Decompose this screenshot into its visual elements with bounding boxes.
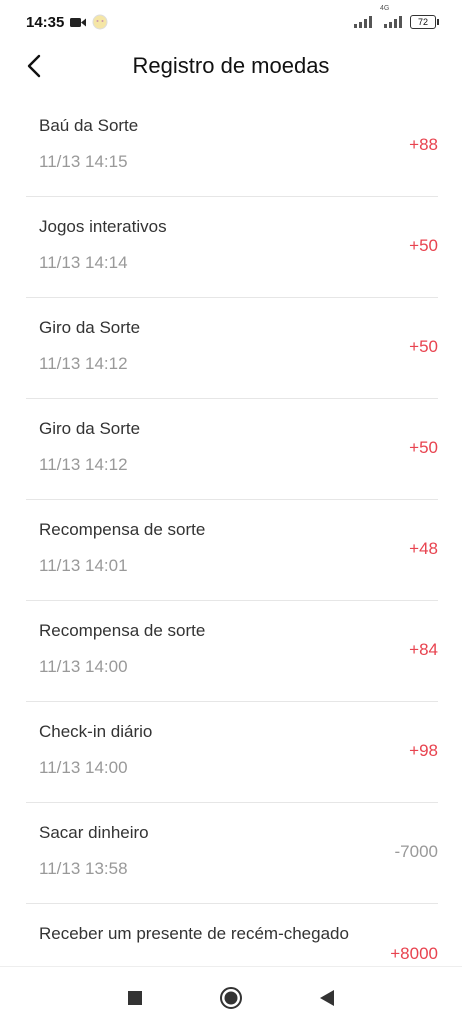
video-camera-icon: [70, 17, 87, 27]
record-time: 11/13 14:00: [39, 758, 128, 777]
record-time: 11/13 14:14: [39, 253, 128, 272]
record-time: 11/13 14:12: [39, 455, 128, 474]
signal-icon: [354, 16, 372, 28]
battery-icon: 72: [410, 15, 439, 29]
status-right: 4G 72: [354, 5, 439, 29]
notification-face-icon: [92, 14, 108, 30]
record-time: 11/13 14:15: [39, 152, 128, 171]
list-item: Giro da Sorte 11/13 14:12 +50: [26, 399, 438, 500]
signal-4g: 4G: [380, 5, 402, 28]
circle-icon: [220, 987, 242, 1009]
record-amount: +88: [409, 135, 438, 154]
list-item: Check-in diário 11/13 14:00 +98: [26, 702, 438, 803]
home-button[interactable]: [219, 986, 243, 1010]
recent-apps-button[interactable]: [123, 986, 147, 1010]
signal-4g-icon: [384, 16, 402, 28]
battery-level: 72: [417, 17, 428, 27]
record-time: 11/13 14:00: [39, 657, 128, 676]
network-type: 4G: [380, 5, 390, 12]
record-amount: +98: [409, 741, 438, 760]
record-name: Baú da Sorte: [39, 116, 139, 135]
record-amount: +50: [409, 438, 438, 457]
record-name: Sacar dinheiro: [39, 823, 149, 842]
record-amount: +84: [409, 640, 438, 659]
square-icon: [128, 991, 142, 1005]
list-item: Giro da Sorte 11/13 14:12 +50: [26, 298, 438, 399]
list-item: Recompensa de sorte 11/13 14:00 +84: [26, 601, 438, 702]
record-time: 11/13 14:12: [39, 354, 128, 373]
status-left: 14:35: [26, 14, 108, 31]
list-item: Recompensa de sorte 11/13 14:01 +48: [26, 500, 438, 601]
triangle-left-icon: [320, 990, 334, 1006]
status-time: 14:35: [26, 13, 65, 31]
record-time: 11/13 14:01: [39, 556, 128, 575]
record-amount: +50: [409, 337, 438, 356]
record-name: Recompensa de sorte: [39, 621, 206, 640]
record-name: Giro da Sorte: [39, 419, 141, 438]
record-name: Receber um presente de recém-chegado: [39, 924, 349, 943]
page-header: Registro de moedas: [0, 44, 462, 88]
record-name: Check-in diário: [39, 722, 153, 741]
nav-back-button[interactable]: [315, 986, 339, 1010]
record-name: Recompensa de sorte: [39, 520, 206, 539]
back-button[interactable]: [20, 52, 48, 80]
record-name: Giro da Sorte: [39, 318, 141, 337]
system-nav-bar: [0, 966, 462, 1029]
record-amount: -7000: [394, 842, 438, 861]
record-name: Jogos interativos: [39, 217, 167, 236]
coin-record-list: Baú da Sorte 11/13 14:15 +88 Jogos inter…: [26, 96, 438, 1005]
page-title: Registro de moedas: [132, 53, 330, 78]
record-amount: +8000: [390, 944, 438, 963]
list-item: Jogos interativos 11/13 14:14 +50: [26, 197, 438, 298]
record-amount: +48: [409, 539, 438, 558]
record-amount: +50: [409, 236, 438, 255]
list-item: Baú da Sorte 11/13 14:15 +88: [26, 96, 438, 197]
record-time: 11/13 13:58: [39, 859, 128, 878]
chevron-left-icon: [27, 54, 41, 78]
status-bar: 14:35 4G 72: [0, 0, 462, 44]
list-item: Sacar dinheiro 11/13 13:58 -7000: [26, 803, 438, 904]
